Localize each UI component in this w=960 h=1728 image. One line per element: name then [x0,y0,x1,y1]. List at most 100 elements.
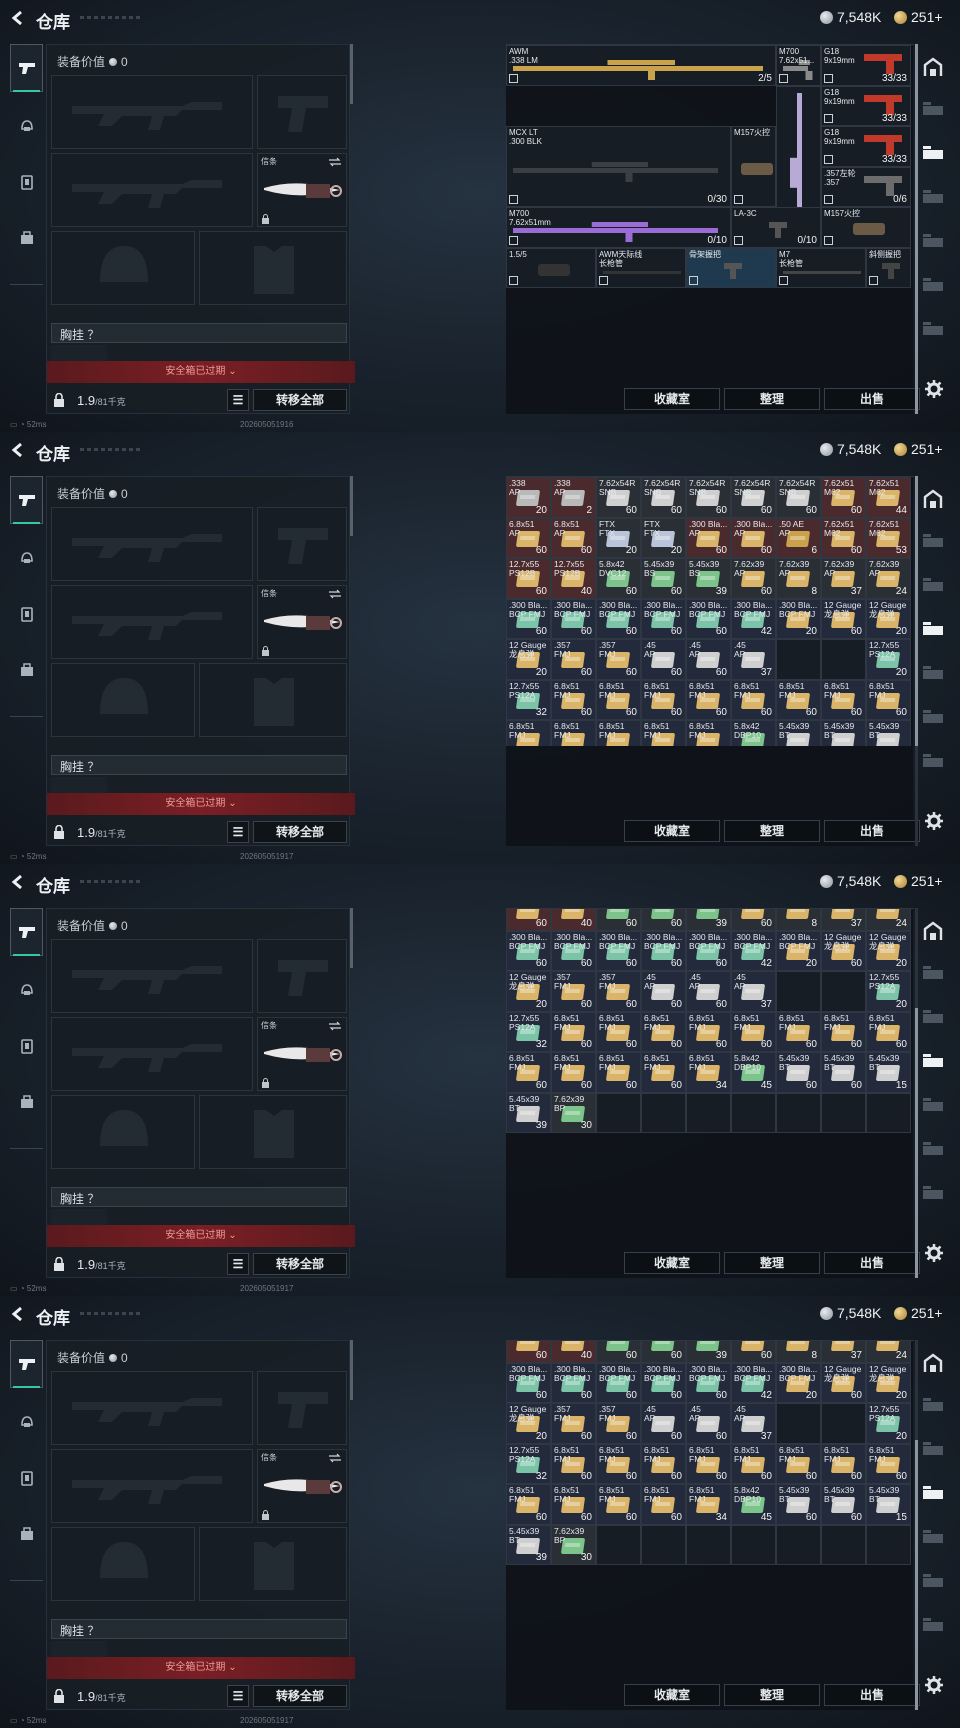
chest-rig-slot[interactable]: 胸挂 ？ [51,1187,347,1207]
ammo-item[interactable]: 12.7x55 PS12A 20 [866,1403,911,1444]
ammo-item[interactable]: 5.8x42 DVC12 60 [596,1341,641,1363]
weapon-item[interactable]: 斜侧握把 [866,247,911,288]
warehouse-tab-6[interactable] [922,1572,946,1594]
ammo-item[interactable]: .50 AE AP 6 [776,517,821,558]
ammo-item[interactable]: 12 Gauge 龙息弹 20 [506,1403,551,1444]
nav-helmet[interactable] [10,534,43,582]
ammo-item[interactable]: 6.8x51 FMJ60 [596,1011,641,1052]
warehouse-tab-3[interactable] [922,1008,946,1030]
ammo-item[interactable]: .300 Bla... BCP FMJ 20 [776,598,821,639]
ammo-item[interactable]: 7.62x39 AP 24 [866,1341,911,1363]
warehouse-tab-6[interactable] [922,708,946,730]
ammo-item[interactable]: 6.8x51 FMJ60 [686,679,731,720]
ammo-item[interactable]: .45 AP 37 [731,971,776,1012]
list-view-button[interactable]: ☰ [227,1685,249,1707]
ammo-item[interactable]: 6.8x51 FMJ60 [641,720,686,746]
ammo-item[interactable]: 7.62x51 M62 53 [866,517,911,558]
ammo-item[interactable]: 6.8x51 FMJ60 [641,1443,686,1484]
helmet-slot[interactable] [51,1527,195,1601]
ammo-item[interactable]: 6.8x51 FMJ60 [596,1484,641,1525]
secondary-weapon-slot[interactable] [51,1449,253,1523]
ammo-item[interactable]: .300 Bla... BCP FMJ 20 [776,1362,821,1403]
ammo-item[interactable]: 5.45x39 BS 39 [686,1341,731,1363]
ammo-item[interactable]: 6.8x51 FMJ60 [506,1484,551,1525]
ammo-item[interactable]: .357 FMJ 60 [596,639,641,680]
ammo-item[interactable]: 6.8x51 FMJ60 [821,679,866,720]
ammo-item[interactable]: 7.62x39 AP 37 [821,558,866,599]
ammo-item[interactable]: .300 Bla... BCP FMJ 60 [506,1362,551,1403]
ammo-item[interactable]: 7.62x51 M62 44 [866,477,911,518]
ammo-item[interactable]: 7.62x39 AP 8 [776,1341,821,1363]
ammo-item[interactable]: .300 Bla... BCP FMJ 42 [731,930,776,971]
safe-box-expired-banner[interactable]: 安全箱已过期 ⌄ [47,793,355,815]
ammo-item[interactable]: 6.8x51 FMJ60 [731,1443,776,1484]
ammo-item[interactable]: 6.8x51 FMJ60 [596,1443,641,1484]
ammo-item[interactable]: 5.45x39 BS 60 [641,909,686,931]
chest-rig-slot[interactable]: 胸挂 ？ [51,323,347,343]
ammo-item[interactable]: 6.8x51 FMJ60 [551,1011,596,1052]
ammo-item[interactable]: 7.62x39 AP 37 [821,909,866,931]
ammo-item[interactable]: 6.8x51 FMJ60 [596,679,641,720]
nav-backpack[interactable] [10,646,43,694]
warehouse-tab-1[interactable] [922,920,946,942]
warehouse-tab-7[interactable] [922,320,946,342]
ammo-item[interactable]: .300 Bla... BCP FMJ 60 [551,1362,596,1403]
nav-vest[interactable] [10,1022,43,1070]
nav-backpack[interactable] [10,1078,43,1126]
warehouse-tab-7[interactable] [922,752,946,774]
ammo-item[interactable]: 7.62x39 AP 60 [731,558,776,599]
gold-currency[interactable]: 251+ [894,1305,943,1321]
ammo-item[interactable]: 5.45x39 BT 60 [776,1484,821,1525]
warehouse-tab-7[interactable] [922,1616,946,1638]
secondary-weapon-slot[interactable] [51,585,253,659]
sell-button[interactable]: 出售 [824,1252,920,1274]
ammo-item[interactable]: .45 AP 60 [686,1403,731,1444]
weapon-item[interactable]: 1.5/5 [506,247,596,288]
warehouse-tab-4[interactable] [922,1052,946,1074]
armor-slot[interactable] [199,1527,347,1601]
ammo-item[interactable]: 6.8x51 FMJ60 [551,1484,596,1525]
ammo-item[interactable]: 5.8x42 DBP1045 [731,720,776,746]
ammo-item[interactable]: FTX FTX 20 [641,517,686,558]
ammo-item[interactable]: 12 Gauge 龙息弹 20 [866,598,911,639]
nav-vest[interactable] [10,158,43,206]
ammo-item[interactable]: 12.7x55 PS12B 40 [551,1341,596,1363]
primary-weapon-slot[interactable] [51,75,253,149]
ammo-item[interactable]: 6.8x51 FMJ60 [776,679,821,720]
warehouse-tab-1[interactable] [922,1352,946,1374]
ammo-item[interactable]: 6.8x51 AP 60 [506,517,551,558]
equipment-scrollbar[interactable] [350,44,353,104]
ammo-item[interactable]: 5.45x39 BT 60 [776,1052,821,1093]
nav-weapons[interactable] [10,44,43,92]
ammo-item[interactable]: 6.8x51 AP 60 [551,517,596,558]
ammo-item[interactable]: 7.62x39 BP 30 [551,1524,596,1565]
ammo-item[interactable]: .300 Bla... BCP FMJ 60 [641,930,686,971]
warehouse-tab-7[interactable] [922,1184,946,1206]
warehouse-tab-5[interactable] [922,1096,946,1118]
weapon-item[interactable]: G18 9x19mm 33/33 [821,126,911,167]
ammo-item[interactable]: 12.7x55 PS12B 60 [506,1341,551,1363]
nav-weapons[interactable] [10,1340,43,1388]
ammo-item[interactable]: .357 FMJ 60 [596,971,641,1012]
ammo-item[interactable]: 6.8x51 FMJ60 [776,1011,821,1052]
collection-room-button[interactable]: 收藏室 [624,1684,720,1706]
ammo-item[interactable]: 6.8x51 FMJ60 [731,679,776,720]
organize-button[interactable]: 整理 [724,388,820,410]
ammo-item[interactable]: 12.7x55 PS12B 40 [551,558,596,599]
ammo-item[interactable]: .45 AP 60 [641,971,686,1012]
ammo-item[interactable]: .300 Bla... BCP FMJ 60 [596,930,641,971]
organize-button[interactable]: 整理 [724,1252,820,1274]
ammo-item[interactable]: 12.7x55 PS12B 60 [506,909,551,931]
melee-slot[interactable]: 信条 [257,585,347,659]
ammo-item[interactable]: .357 FMJ 60 [551,639,596,680]
ammo-item[interactable]: 6.8x51 FMJ60 [686,1443,731,1484]
ammo-item[interactable]: 7.62x39 AP 24 [866,558,911,599]
ammo-item[interactable]: 6.8x51 FMJ60 [641,679,686,720]
pistol-slot[interactable] [257,75,347,149]
chest-rig-slot[interactable]: 胸挂 ？ [51,755,347,775]
ammo-item[interactable]: 6.8x51 FMJ60 [506,1052,551,1093]
ammo-item[interactable]: .45 AP 60 [686,639,731,680]
nav-helmet[interactable] [10,102,43,150]
ammo-item[interactable]: 7.62x54R SNB 60 [686,477,731,518]
melee-slot[interactable]: 信条 [257,1017,347,1091]
